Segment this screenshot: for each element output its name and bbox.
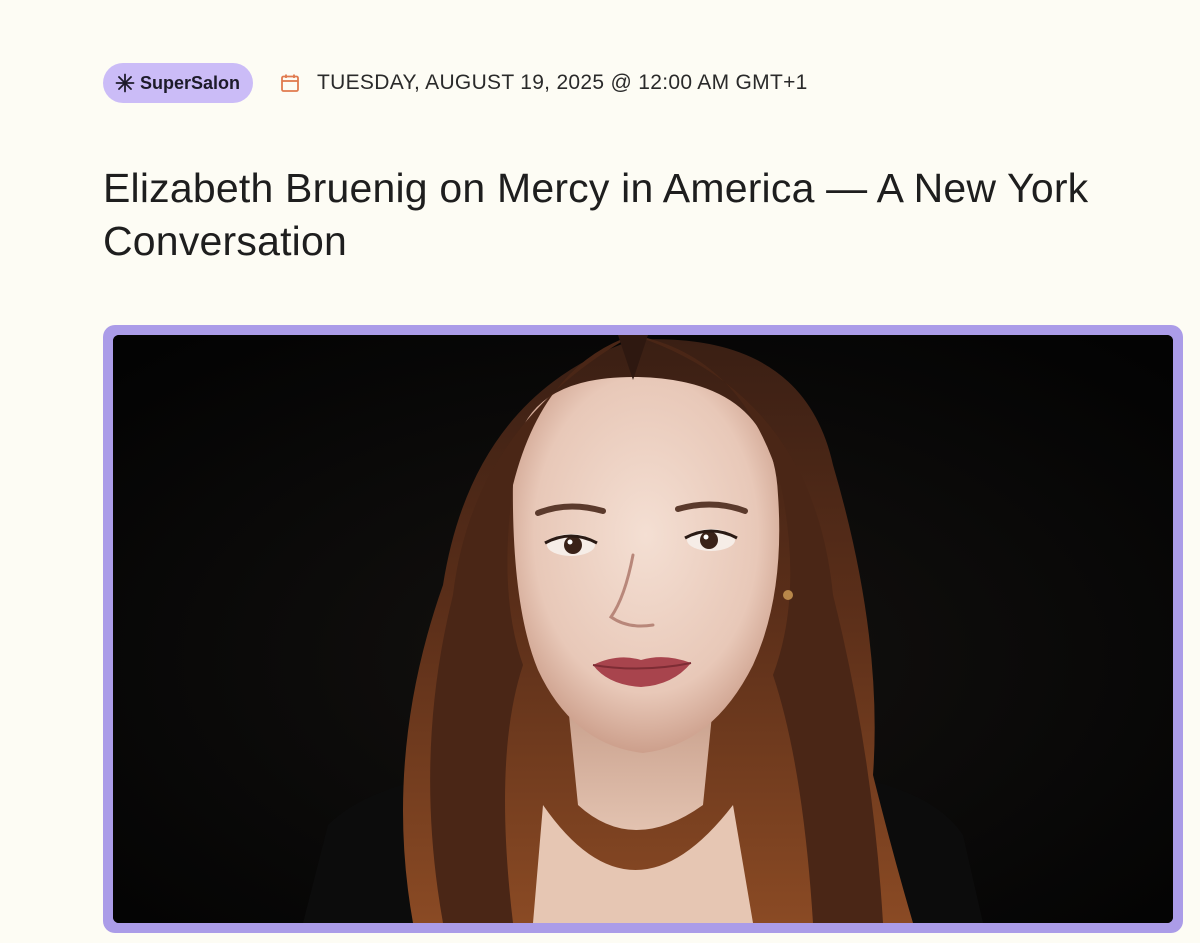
portrait-illustration xyxy=(113,335,1173,923)
tag-label: SuperSalon xyxy=(140,72,241,93)
calendar-icon xyxy=(281,74,299,92)
event-meta-row: SuperSalon TUESDAY, AUGUST 19, 2025 @ 12… xyxy=(103,63,808,103)
portrait-photo[interactable] xyxy=(113,335,1173,923)
event-page: SuperSalon TUESDAY, AUGUST 19, 2025 @ 12… xyxy=(0,0,1200,943)
event-date: TUESDAY, AUGUST 19, 2025 @ 12:00 AM GMT+… xyxy=(317,71,808,94)
asterisk-spark-icon xyxy=(115,73,135,93)
event-title: Elizabeth Bruenig on Mercy in America — … xyxy=(103,165,1089,264)
supersalon-tag[interactable]: SuperSalon xyxy=(103,63,254,103)
hero-image-frame xyxy=(103,325,1183,933)
